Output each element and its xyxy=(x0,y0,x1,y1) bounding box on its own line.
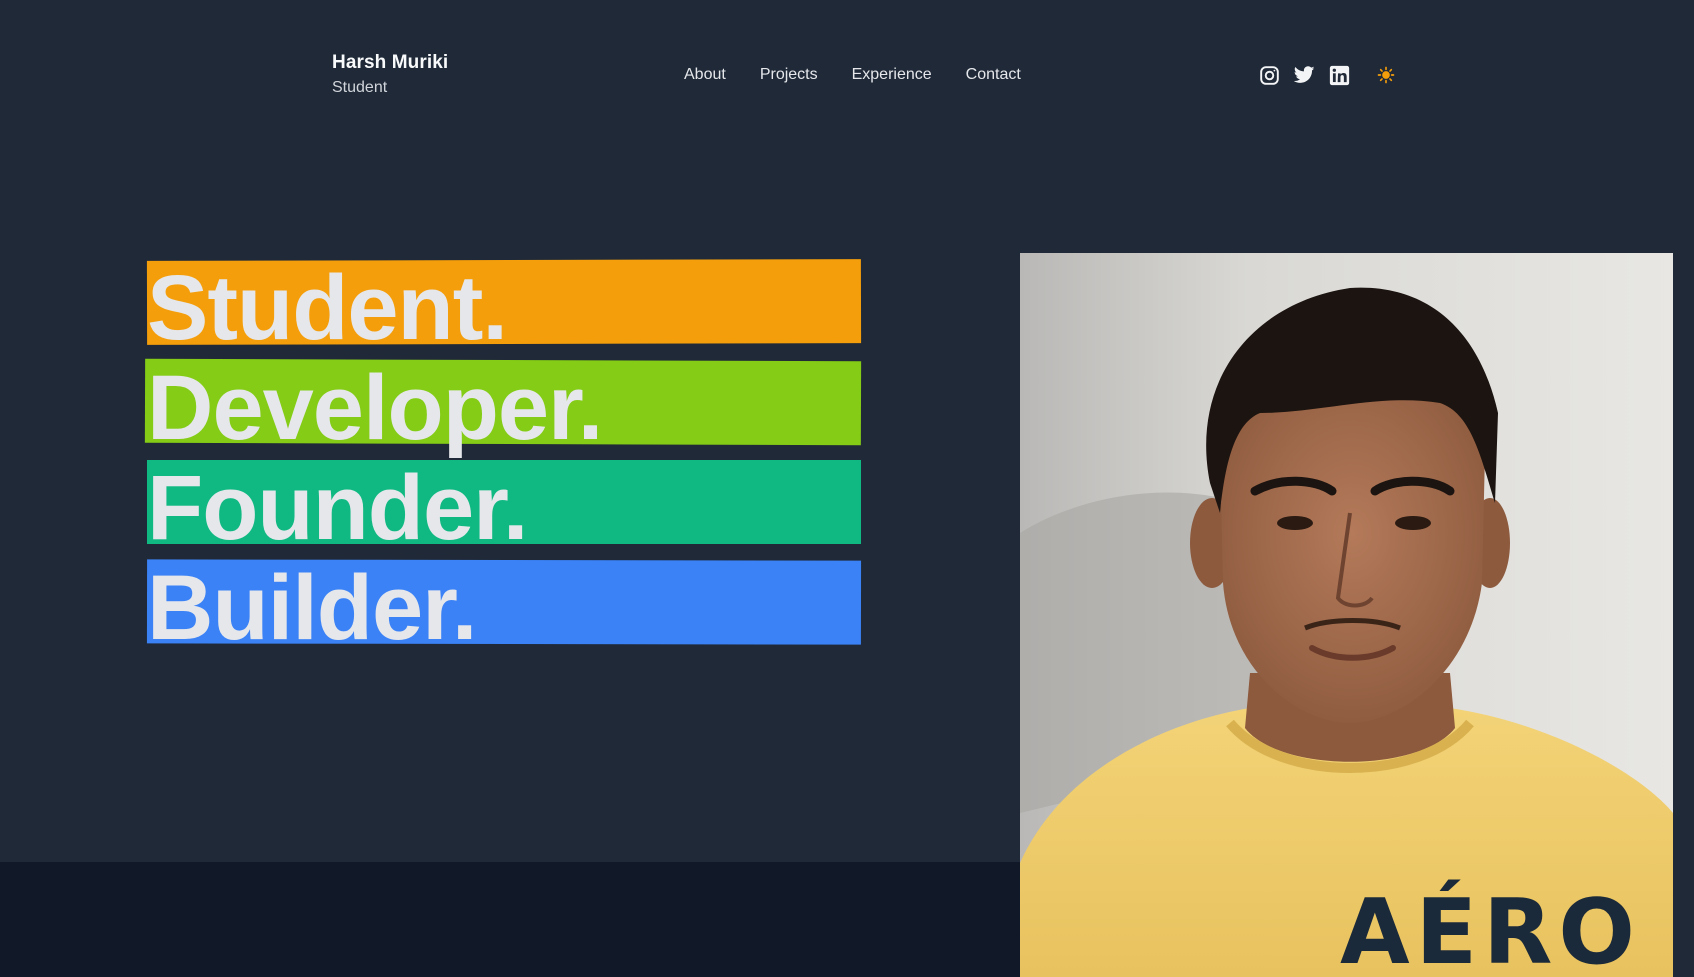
brand[interactable]: Harsh Muriki Student xyxy=(332,52,448,97)
sun-icon[interactable] xyxy=(1377,66,1395,84)
hero-line-founder: Founder. xyxy=(145,458,861,554)
section-divider xyxy=(0,862,1020,977)
twitter-icon[interactable] xyxy=(1293,64,1315,86)
linkedin-icon[interactable] xyxy=(1328,64,1350,86)
profile-photo: AÉRO xyxy=(1020,253,1673,977)
hero-word: Founder. xyxy=(147,457,528,559)
nav-experience[interactable]: Experience xyxy=(852,66,932,84)
nav-contact[interactable]: Contact xyxy=(966,66,1021,84)
hero-line-builder: Builder. xyxy=(145,558,862,654)
site-owner-role: Student xyxy=(332,79,388,96)
hero-word: Developer. xyxy=(147,357,603,459)
svg-text:AÉRO: AÉRO xyxy=(1340,878,1641,977)
instagram-icon[interactable] xyxy=(1258,64,1280,86)
hero-word: Student. xyxy=(147,257,508,359)
hero-line-developer: Developer. xyxy=(144,358,862,454)
site-owner-name[interactable]: Harsh Muriki xyxy=(332,52,448,74)
main-nav: About Projects Experience Contact xyxy=(684,66,1021,84)
nav-about[interactable]: About xyxy=(684,66,726,84)
social-links xyxy=(1258,64,1395,86)
hero-headline: Student. Developer. Founder. Builder. xyxy=(144,258,862,658)
nav-projects[interactable]: Projects xyxy=(760,66,818,84)
hero-word: Builder. xyxy=(147,557,477,659)
page: Harsh Muriki Student About Projects Expe… xyxy=(0,0,1694,977)
hero-line-student: Student. xyxy=(145,258,862,354)
